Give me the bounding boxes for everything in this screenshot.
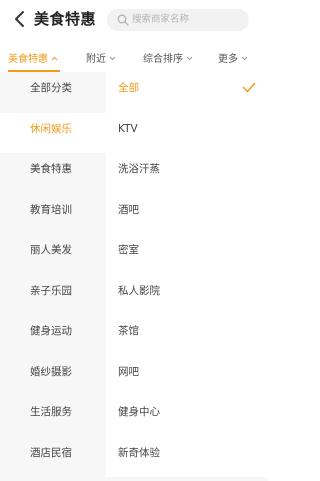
subcategory-label: 全部 — [118, 82, 139, 94]
search-input[interactable]: 搜索商家名称 — [107, 9, 249, 31]
category-item[interactable]: 健身运动 — [0, 315, 106, 356]
search-placeholder: 搜索商家名称 — [132, 14, 190, 25]
subcategory-item[interactable]: 洗浴汗蒸 — [106, 153, 268, 194]
caret-down-icon — [109, 56, 116, 60]
category-label: 全部分类 — [30, 82, 72, 94]
filter-label: 美食特惠 — [8, 54, 48, 65]
category-label: 婚纱摄影 — [30, 365, 72, 378]
category-label: 美食特惠 — [30, 163, 72, 175]
subcategory-item[interactable]: 私人影院 — [106, 274, 268, 315]
subcategory-item[interactable]: 新奇体验 — [106, 436, 268, 477]
caret-up-icon — [51, 56, 58, 60]
subcategory-item[interactable]: 酒吧 — [106, 193, 268, 234]
subcategory-label: 私人影院 — [118, 284, 160, 297]
filter-label: 更多 — [218, 54, 238, 65]
caret-down-icon — [241, 56, 248, 60]
category-label: 健身运动 — [30, 325, 72, 337]
page-title: 美食特惠 — [34, 10, 97, 28]
category-label: 休闲娱乐 — [30, 122, 72, 135]
subcategory-item[interactable]: 密室 — [106, 234, 268, 275]
category-item[interactable]: 全部分类 — [0, 72, 106, 113]
category-label: 生活服务 — [30, 406, 72, 418]
subcategory-label: 健身中心 — [118, 406, 160, 418]
filter-distance[interactable]: 附近 — [86, 48, 116, 72]
category-item[interactable]: 休闲娱乐 — [0, 112, 106, 153]
category-label: 丽人美发 — [30, 244, 72, 256]
filter-label: 附近 — [86, 54, 106, 65]
subcategory-item[interactable]: 茶馆 — [106, 315, 268, 356]
top-bar: 美食特惠 搜索商家名称 — [0, 0, 268, 40]
category-item[interactable]: 教育培训 — [0, 193, 106, 234]
subcategory-label: 密室 — [118, 244, 139, 256]
subcategory-label: 酒吧 — [118, 203, 139, 216]
subcategory-item[interactable]: KTV — [106, 112, 268, 153]
subcategory-item[interactable]: 网吧 — [106, 355, 268, 396]
filter-bar: 美食特惠 附近 综合排序 更多 — [0, 48, 268, 72]
subcategory-label: 网吧 — [118, 365, 139, 378]
search-icon — [117, 14, 129, 26]
checkmark-icon — [242, 82, 256, 93]
subcategory-item[interactable]: 全部 — [106, 72, 268, 113]
subcategory-item[interactable]: 健身中心 — [106, 396, 268, 437]
caret-down-icon — [186, 56, 193, 60]
subcategory-label: KTV — [118, 122, 138, 135]
subcategory-label: 洗浴汗蒸 — [118, 163, 160, 175]
category-item[interactable]: 亲子乐园 — [0, 274, 106, 315]
category-label: 亲子乐园 — [30, 284, 72, 297]
subcategory-list: 全部 KTV 洗浴汗蒸 酒吧 密室 私人影院 茶馆 网吧 健身中心 新奇体验 — [106, 72, 268, 477]
category-item[interactable]: 生活服务 — [0, 396, 106, 437]
category-label: 酒店民宿 — [30, 446, 72, 459]
category-label: 教育培训 — [30, 203, 72, 216]
category-item[interactable]: 丽人美发 — [0, 234, 106, 275]
filter-category[interactable]: 美食特惠 — [8, 48, 58, 72]
subcategory-label: 新奇体验 — [118, 446, 160, 459]
category-item[interactable]: 酒店民宿 — [0, 436, 106, 477]
filter-more[interactable]: 更多 — [218, 48, 248, 72]
subcategory-label: 茶馆 — [118, 325, 139, 337]
category-list: 全部分类 休闲娱乐 美食特惠 教育培训 丽人美发 亲子乐园 健身运动 婚纱摄影 … — [0, 72, 106, 477]
category-item[interactable]: 婚纱摄影 — [0, 355, 106, 396]
back-chevron-icon[interactable] — [13, 10, 27, 28]
filter-sort[interactable]: 综合排序 — [143, 48, 193, 72]
category-item[interactable]: 美食特惠 — [0, 153, 106, 194]
filter-label: 综合排序 — [143, 54, 183, 65]
